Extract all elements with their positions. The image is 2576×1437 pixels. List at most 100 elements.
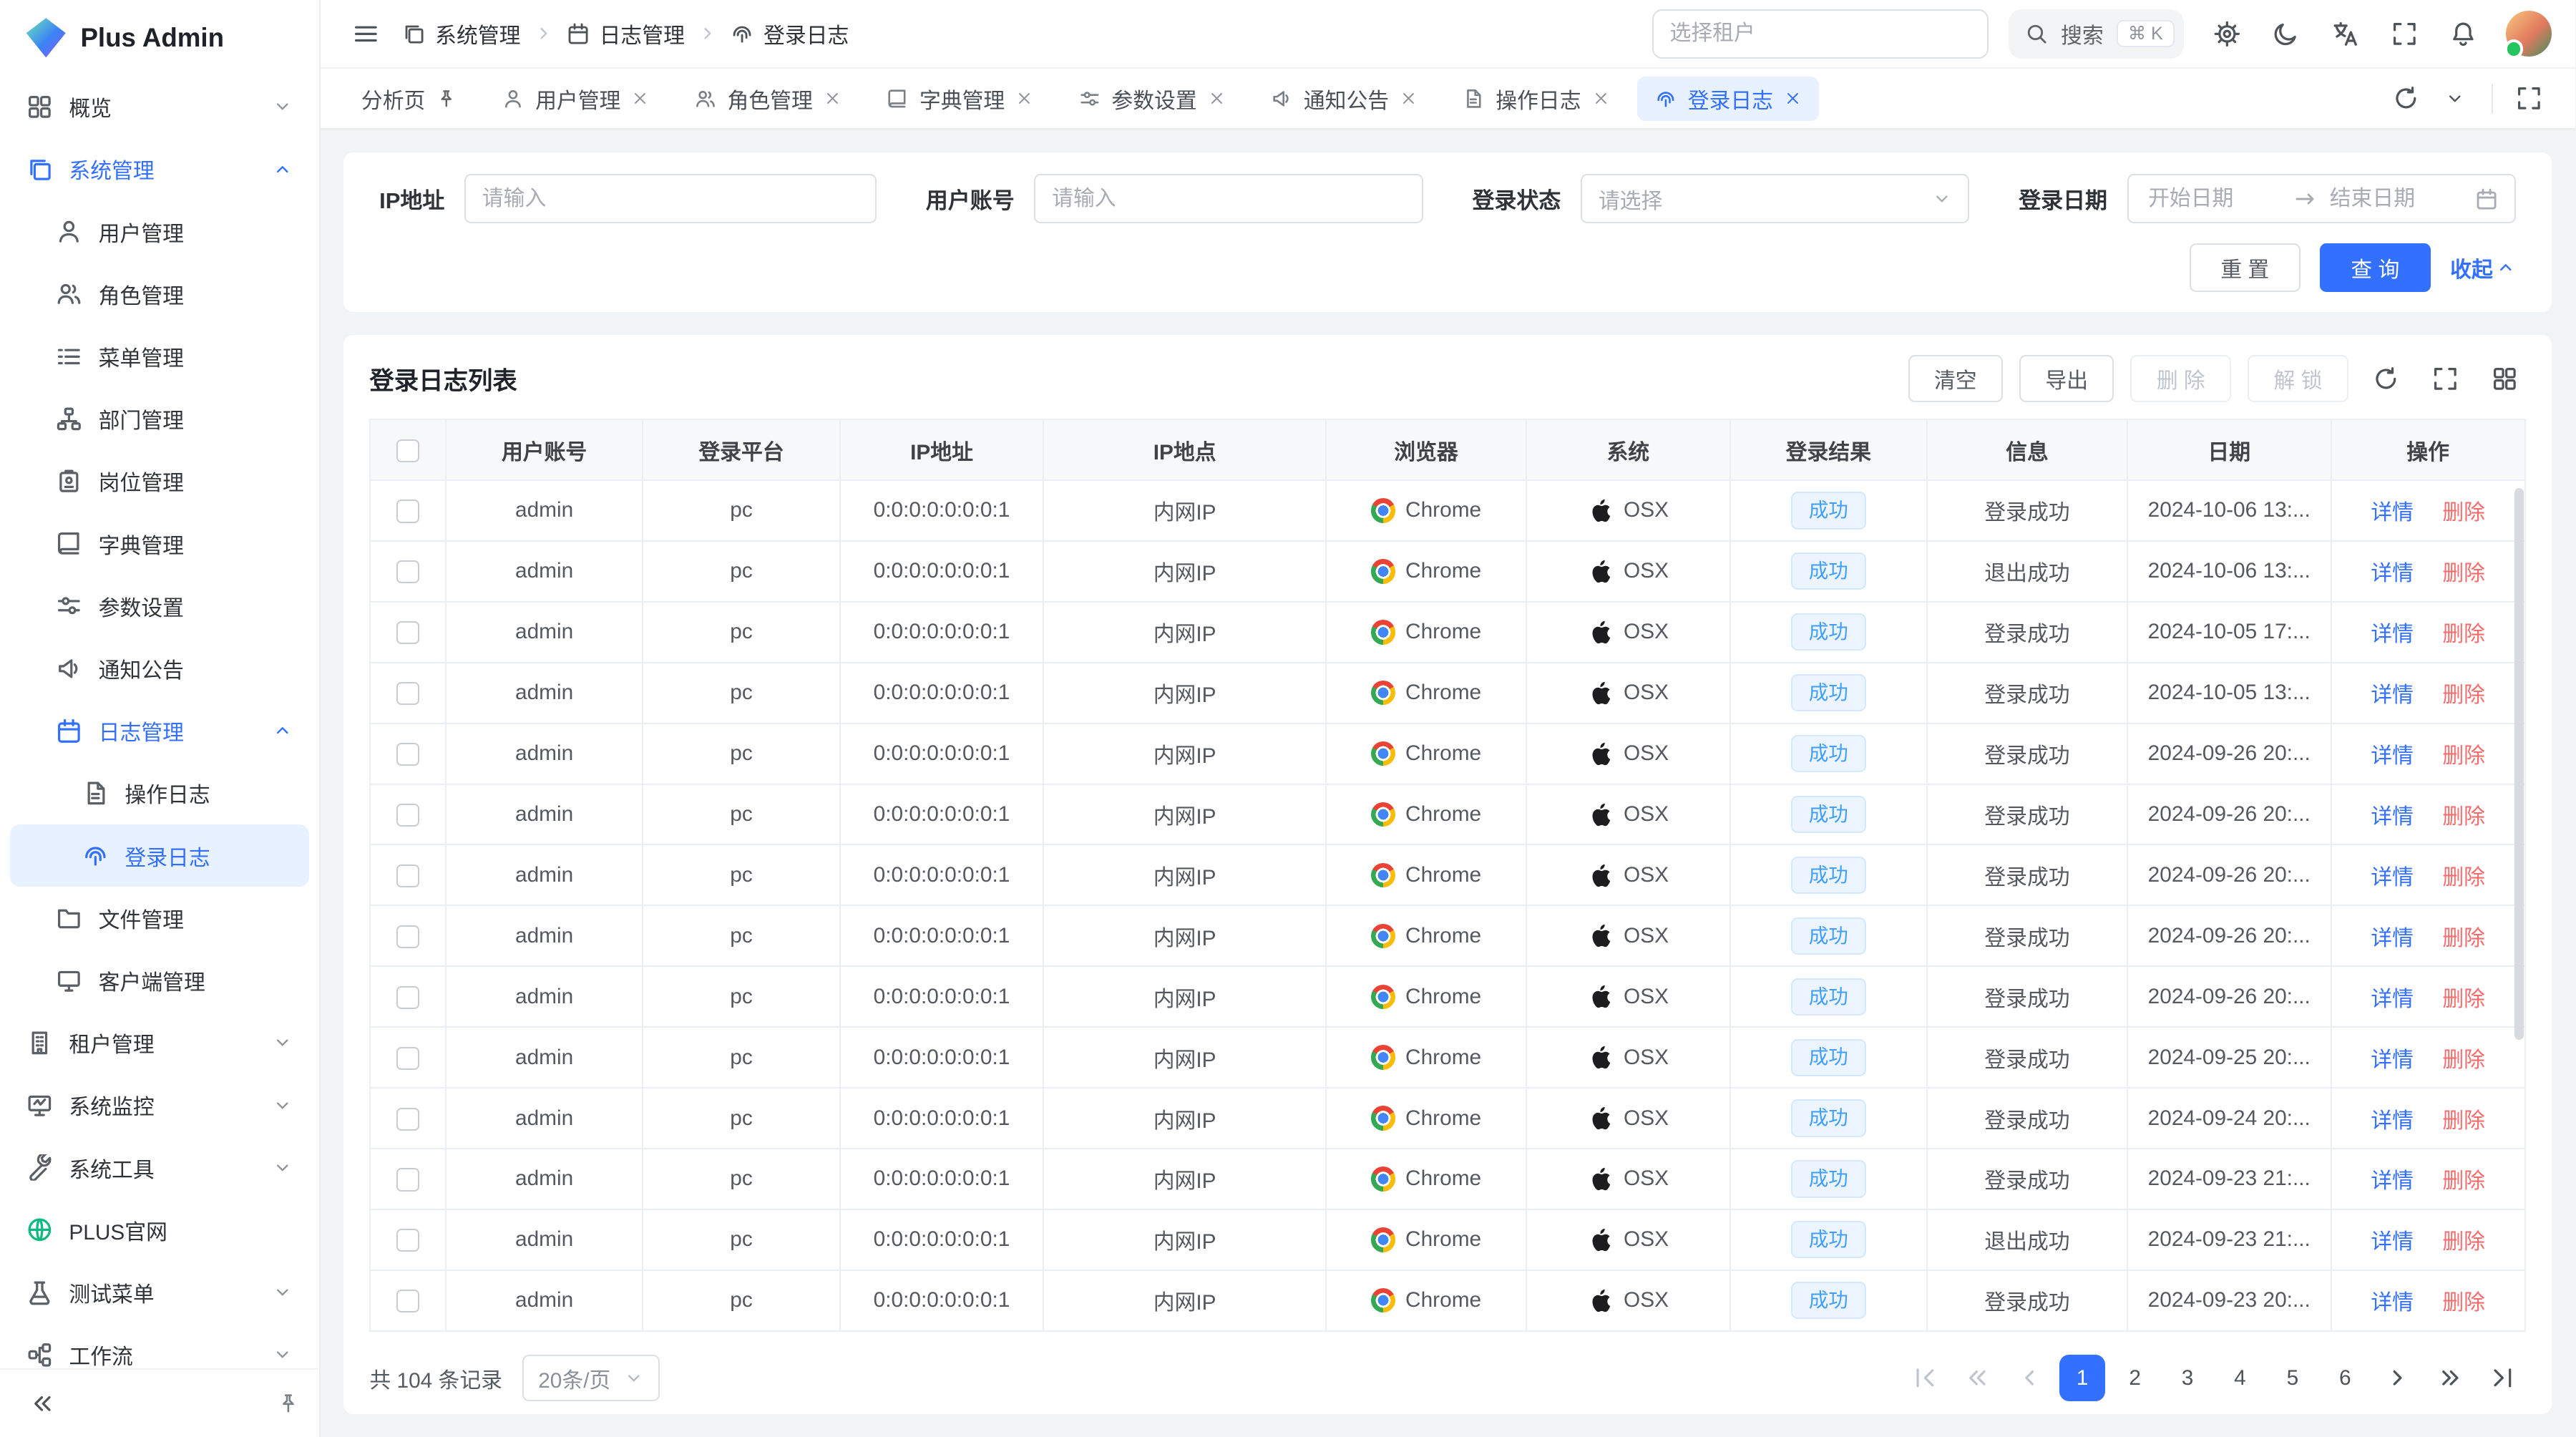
close-icon[interactable]	[1400, 90, 1417, 107]
start-date-input[interactable]	[2145, 185, 2283, 213]
tab-param-settings[interactable]: 参数设置	[1060, 77, 1243, 121]
page-button-6[interactable]: 6	[2322, 1355, 2368, 1401]
sidebar-item-system-mgmt[interactable]: 系统管理	[0, 138, 319, 200]
detail-link[interactable]: 详情	[2371, 988, 2414, 1011]
sidebar-item-system-tools[interactable]: 系统工具	[0, 1136, 319, 1199]
row-delete-link[interactable]: 删除	[2442, 623, 2485, 646]
breadcrumb-system-mgmt[interactable]: 系统管理	[402, 18, 520, 49]
sidebar-item-login-log[interactable]: 登录日志	[10, 824, 309, 887]
sidebar-item-dept-mgmt[interactable]: 部门管理	[0, 388, 319, 450]
hamburger-menu-button[interactable]	[343, 11, 389, 57]
row-checkbox[interactable]	[396, 804, 419, 827]
column-settings-button[interactable]	[2483, 357, 2526, 400]
ip-filter-input[interactable]	[464, 174, 877, 223]
sidebar-item-file-mgmt[interactable]: 文件管理	[0, 887, 319, 949]
close-icon[interactable]	[1016, 90, 1033, 107]
detail-link[interactable]: 详情	[2371, 1169, 2414, 1193]
row-delete-link[interactable]: 删除	[2442, 1291, 2485, 1315]
detail-link[interactable]: 详情	[2371, 683, 2414, 707]
close-icon[interactable]	[1593, 90, 1609, 107]
detail-link[interactable]: 详情	[2371, 501, 2414, 525]
page-size-select[interactable]: 20条/页	[522, 1355, 660, 1401]
row-delete-link[interactable]: 删除	[2442, 501, 2485, 525]
row-delete-link[interactable]: 删除	[2442, 866, 2485, 890]
row-delete-link[interactable]: 删除	[2442, 1109, 2485, 1133]
row-delete-link[interactable]: 删除	[2442, 683, 2485, 707]
jump-forward-button[interactable]	[2427, 1355, 2473, 1401]
close-icon[interactable]	[1209, 90, 1225, 107]
row-checkbox[interactable]	[396, 1168, 419, 1191]
row-delete-link[interactable]: 删除	[2442, 927, 2485, 950]
sidebar-item-tenant-mgmt[interactable]: 租户管理	[0, 1012, 319, 1074]
row-checkbox[interactable]	[396, 621, 419, 644]
logo[interactable]: Plus Admin	[0, 0, 319, 76]
sidebar-item-role-mgmt[interactable]: 角色管理	[0, 263, 319, 325]
next-page-button[interactable]	[2375, 1355, 2421, 1401]
vertical-scrollbar[interactable]	[2514, 488, 2524, 1040]
tab-operation-log[interactable]: 操作日志	[1445, 77, 1627, 121]
page-button-5[interactable]: 5	[2270, 1355, 2316, 1401]
export-button[interactable]: 导出	[2019, 355, 2114, 403]
row-checkbox[interactable]	[396, 1047, 419, 1070]
row-delete-link[interactable]: 删除	[2442, 562, 2485, 585]
detail-link[interactable]: 详情	[2371, 927, 2414, 950]
settings-button[interactable]	[2204, 11, 2250, 57]
first-page-button[interactable]	[1902, 1355, 1948, 1401]
tab-dict-mgmt[interactable]: 字典管理	[869, 77, 1051, 121]
sidebar-item-test-menu[interactable]: 测试菜单	[0, 1261, 319, 1323]
detail-link[interactable]: 详情	[2371, 866, 2414, 890]
delete-button[interactable]: 删 除	[2130, 355, 2231, 403]
row-delete-link[interactable]: 删除	[2442, 744, 2485, 768]
pin-icon[interactable]	[278, 1393, 299, 1414]
tenant-select-input[interactable]	[1652, 9, 1989, 59]
sidebar-item-param-settings[interactable]: 参数设置	[0, 575, 319, 637]
end-date-input[interactable]	[2326, 185, 2465, 213]
sidebar-item-post-mgmt[interactable]: 岗位管理	[0, 450, 319, 512]
close-icon[interactable]	[632, 90, 648, 107]
row-delete-link[interactable]: 删除	[2442, 805, 2485, 829]
refresh-tab-button[interactable]	[2383, 76, 2429, 122]
sidebar-item-operation-log[interactable]: 操作日志	[0, 762, 319, 824]
prev-page-button[interactable]	[2007, 1355, 2053, 1401]
detail-link[interactable]: 详情	[2371, 1048, 2414, 1072]
page-button-1[interactable]: 1	[2059, 1355, 2105, 1401]
sidebar-item-notice[interactable]: 通知公告	[0, 637, 319, 699]
sidebar-item-user-mgmt[interactable]: 用户管理	[0, 200, 319, 263]
row-checkbox[interactable]	[396, 1229, 419, 1252]
sidebar-item-plus-website[interactable]: PLUS官网	[0, 1199, 319, 1261]
detail-link[interactable]: 详情	[2371, 562, 2414, 585]
last-page-button[interactable]	[2479, 1355, 2525, 1401]
sidebar-item-dict-mgmt[interactable]: 字典管理	[0, 512, 319, 575]
global-search-button[interactable]: 搜索 ⌘ K	[2009, 9, 2185, 59]
row-checkbox[interactable]	[396, 1108, 419, 1131]
page-button-3[interactable]: 3	[2165, 1355, 2210, 1401]
date-range-picker[interactable]	[2127, 174, 2516, 223]
content-fullscreen-button[interactable]	[2506, 76, 2552, 122]
row-checkbox[interactable]	[396, 500, 419, 522]
row-delete-link[interactable]: 删除	[2442, 988, 2485, 1011]
language-button[interactable]	[2322, 11, 2368, 57]
sidebar-item-client-mgmt[interactable]: 客户端管理	[0, 949, 319, 1011]
breadcrumb-login-log[interactable]: 登录日志	[731, 18, 849, 49]
notifications-button[interactable]	[2440, 11, 2486, 57]
detail-link[interactable]: 详情	[2371, 623, 2414, 646]
pin-icon[interactable]	[436, 89, 457, 109]
row-checkbox[interactable]	[396, 743, 419, 766]
detail-link[interactable]: 详情	[2371, 1230, 2414, 1254]
page-button-2[interactable]: 2	[2112, 1355, 2158, 1401]
sidebar-item-menu-mgmt[interactable]: 菜单管理	[0, 325, 319, 387]
row-checkbox[interactable]	[396, 560, 419, 583]
collapse-sidebar-button[interactable]	[20, 1380, 66, 1426]
account-filter-input[interactable]	[1034, 174, 1423, 223]
tab-user-mgmt[interactable]: 用户管理	[484, 77, 667, 121]
theme-toggle-button[interactable]	[2263, 11, 2309, 57]
reset-button[interactable]: 重 置	[2190, 243, 2301, 293]
clear-button[interactable]: 清空	[1908, 355, 2004, 403]
status-filter-select[interactable]: 请选择	[1581, 174, 1969, 223]
detail-link[interactable]: 详情	[2371, 805, 2414, 829]
page-button-4[interactable]: 4	[2217, 1355, 2263, 1401]
row-delete-link[interactable]: 删除	[2442, 1169, 2485, 1193]
sidebar-item-overview[interactable]: 概览	[0, 76, 319, 138]
table-fullscreen-button[interactable]	[2424, 357, 2467, 400]
detail-link[interactable]: 详情	[2371, 1291, 2414, 1315]
